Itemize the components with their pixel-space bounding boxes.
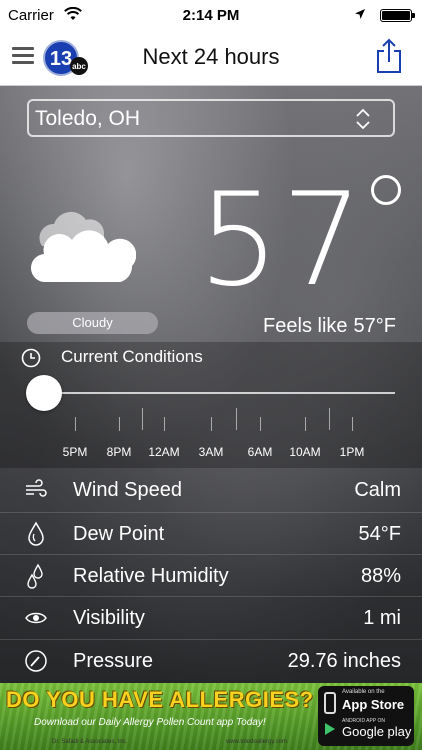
ad-url: www.toledoallergy.com [226, 739, 287, 745]
detail-row-humidity: Relative Humidity 88% [0, 554, 422, 596]
time-slider-track[interactable] [45, 392, 395, 394]
timeline-tick-label: 6AM [247, 445, 273, 459]
timeline-minor-tick [236, 408, 237, 430]
location-value: Toledo, OH [35, 107, 141, 130]
appstore-small-text: Available on the [342, 689, 385, 695]
feels-like-label: Feels like [263, 315, 348, 337]
clock-icon [21, 348, 41, 368]
temperature-value: 57 [198, 166, 365, 315]
ad-credit: Dr. Safadi & Associates, Inc. [52, 739, 128, 745]
status-bar: Carrier 2:14 PM [0, 0, 422, 30]
current-conditions-label: Current Conditions [61, 347, 203, 366]
detail-row-wind: Wind Speed Calm [0, 469, 422, 511]
detail-value: 54°F [358, 523, 401, 545]
share-icon[interactable] [376, 38, 402, 74]
nav-bar: 13 abc Next 24 hours [0, 30, 422, 86]
timeline-tick [305, 417, 306, 431]
phone-icon [324, 692, 336, 714]
ad-banner[interactable]: DO YOU HAVE ALLERGIES? Download our Dail… [0, 683, 422, 750]
feels-like-value: 57°F [353, 315, 396, 337]
googleplay-big-text: Google play [342, 724, 412, 739]
google-play-icon [325, 723, 335, 735]
ad-subline: Download our Daily Allergy Pollen Count … [34, 717, 266, 728]
detail-row-pressure: Pressure 29.76 inches [0, 639, 422, 681]
cloudy-icon [30, 211, 136, 283]
timeline-tick-label: 3AM [198, 445, 224, 459]
detail-label: Dew Point [73, 523, 165, 545]
location-dropdown[interactable]: Toledo, OH [27, 99, 395, 137]
detail-value: 1 mi [363, 607, 401, 629]
timeline-tick [352, 417, 353, 431]
appstore-big-text: App Store [342, 697, 405, 712]
dew-point-icon [28, 521, 44, 546]
timeline-tick [75, 417, 76, 431]
timeline-minor-tick [142, 408, 143, 430]
detail-value: 88% [360, 565, 401, 587]
detail-label: Wind Speed [73, 479, 182, 501]
pressure-icon [25, 650, 47, 672]
wind-icon [26, 479, 47, 497]
location-arrow-icon [355, 9, 365, 19]
degree-symbol [371, 175, 401, 205]
detail-label: Relative Humidity [73, 565, 229, 587]
humidity-icon [27, 563, 43, 589]
weather-panel: Toledo, OH Cloudy 57 Feels like 57°F Curr… [0, 86, 422, 683]
timeline-tick [260, 417, 261, 431]
detail-row-dew-point: Dew Point 54°F [0, 512, 422, 554]
detail-value: Calm [354, 479, 401, 501]
timeline-tick-label: 5PM [62, 445, 88, 459]
timeline-tick-label: 1PM [339, 445, 365, 459]
time-slider-thumb[interactable] [26, 375, 62, 411]
timeline-tick-label: 8PM [106, 445, 132, 459]
visibility-icon [25, 612, 47, 624]
timeline-tick [211, 417, 212, 431]
detail-label: Visibility [73, 607, 145, 629]
timeline-tick [119, 417, 120, 431]
condition-badge: Cloudy [27, 312, 158, 334]
ad-headline: DO YOU HAVE ALLERGIES? [6, 687, 314, 712]
feels-like: Feels like 57°F [263, 315, 396, 338]
app-store-badge[interactable]: Available on the App Store ANDROID APP O… [318, 686, 414, 746]
battery-icon [380, 9, 415, 22]
detail-label: Pressure [73, 650, 154, 672]
timeline-tick [164, 417, 165, 431]
timeline-minor-tick [329, 408, 330, 430]
up-down-chevron-icon [356, 108, 370, 130]
timeline-tick-label: 12AM [148, 445, 180, 459]
detail-value: 29.76 inches [287, 650, 401, 672]
detail-row-visibility: Visibility 1 mi [0, 596, 422, 638]
timeline-tick-label: 10AM [289, 445, 321, 459]
page-title: Next 24 hours [142, 44, 280, 69]
